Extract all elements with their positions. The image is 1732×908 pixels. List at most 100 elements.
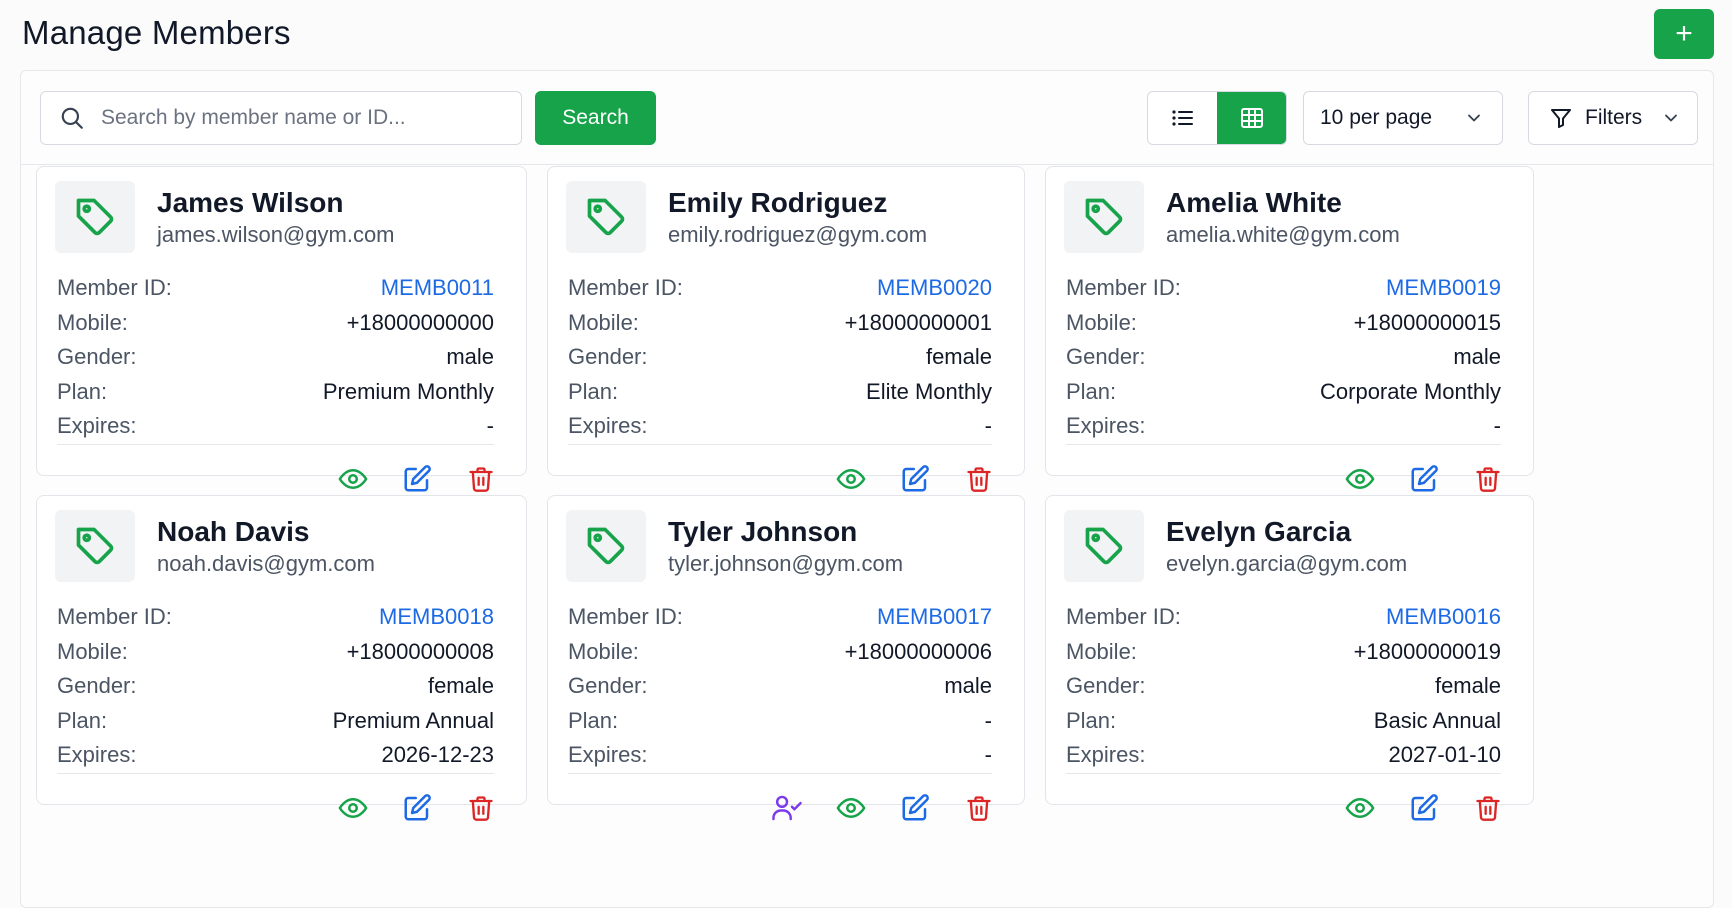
field-label: Member ID: — [57, 604, 172, 630]
delete-icon — [467, 793, 495, 823]
member-email: james.wilson@gym.com — [157, 222, 395, 247]
field-value: +18000000006 — [844, 638, 992, 664]
field-label: Plan: — [568, 378, 619, 404]
chevron-down-icon — [1661, 108, 1681, 128]
field-plan: Plan: Corporate Monthly — [1066, 375, 1501, 410]
view-button[interactable] — [836, 793, 866, 823]
field-label: Expires: — [568, 413, 648, 439]
field-label: Expires: — [1066, 413, 1146, 439]
view-button[interactable] — [1345, 793, 1375, 823]
field-mobile: Mobile: +18000000019 — [1066, 635, 1501, 670]
edit-button[interactable] — [402, 464, 432, 494]
edit-button[interactable] — [900, 793, 930, 823]
member-details: Member ID: MEMB0020 Mobile: +18000000001… — [568, 271, 992, 444]
field-gender: Gender: female — [57, 669, 494, 704]
plus-icon: + — [1675, 17, 1693, 50]
add-member-button[interactable]: + — [1654, 9, 1714, 59]
member-name: Amelia White — [1166, 187, 1342, 218]
edit-button[interactable] — [1409, 793, 1439, 823]
field-value: Basic Annual — [1373, 707, 1501, 733]
field-value: male — [446, 344, 494, 370]
field-label: Expires: — [1066, 742, 1146, 768]
view-icon — [1345, 464, 1375, 494]
view-button[interactable] — [836, 464, 866, 494]
card-actions — [836, 459, 994, 499]
field-member-id: Member ID: MEMB0018 — [57, 600, 494, 635]
field-plan: Plan: Premium Annual — [57, 704, 494, 739]
delete-button[interactable] — [466, 793, 496, 823]
field-value: Premium Annual — [332, 707, 494, 733]
view-button[interactable] — [338, 793, 368, 823]
card-actions — [1345, 459, 1503, 499]
field-label: Plan: — [568, 707, 619, 733]
field-member-id: Member ID: MEMB0016 — [1066, 600, 1501, 635]
view-button[interactable] — [338, 464, 368, 494]
field-gender: Gender: female — [568, 340, 992, 375]
delete-button[interactable] — [964, 793, 994, 823]
field-label: Gender: — [568, 344, 648, 370]
field-label: Mobile: — [57, 638, 128, 664]
field-mobile: Mobile: +18000000006 — [568, 635, 992, 670]
field-value: +18000000001 — [844, 309, 992, 335]
edit-button[interactable] — [900, 464, 930, 494]
field-label: Gender: — [1066, 344, 1146, 370]
field-gender: Gender: male — [57, 340, 494, 375]
member-name: James Wilson — [157, 187, 344, 218]
field-value: female — [427, 673, 494, 699]
card-actions — [338, 788, 496, 828]
field-value[interactable]: MEMB0019 — [1386, 275, 1501, 301]
field-plan: Plan: Basic Annual — [1066, 704, 1501, 739]
delete-button[interactable] — [964, 464, 994, 494]
member-card: Noah Davis noah.davis@gym.com Member ID:… — [36, 495, 527, 821]
page-title: Manage Members — [22, 14, 291, 51]
member-details: Member ID: MEMB0016 Mobile: +18000000019… — [1066, 600, 1501, 773]
delete-button[interactable] — [1473, 464, 1503, 494]
field-value: female — [925, 344, 992, 370]
field-label: Gender: — [568, 673, 648, 699]
field-label: Member ID: — [1066, 604, 1181, 630]
tag-icon — [584, 524, 628, 568]
search-input[interactable] — [101, 98, 501, 138]
field-plan: Plan: - — [568, 704, 992, 739]
delete-button[interactable] — [1473, 793, 1503, 823]
field-mobile: Mobile: +18000000015 — [1066, 306, 1501, 341]
per-page-select[interactable]: 10 per page — [1303, 91, 1503, 145]
search-box[interactable] — [40, 91, 522, 145]
card-actions — [772, 788, 994, 828]
edit-button[interactable] — [1409, 464, 1439, 494]
delete-button[interactable] — [466, 464, 496, 494]
field-expires: Expires: - — [57, 409, 494, 444]
member-details: Member ID: MEMB0011 Mobile: +18000000000… — [57, 271, 494, 444]
field-value[interactable]: MEMB0018 — [379, 604, 494, 630]
field-label: Member ID: — [568, 275, 683, 301]
field-value: - — [984, 707, 992, 733]
list-view-button[interactable] — [1148, 92, 1217, 144]
member-email: evelyn.garcia@gym.com — [1166, 551, 1408, 576]
field-value[interactable]: MEMB0020 — [877, 275, 992, 301]
field-expires: Expires: 2027-01-10 — [1066, 738, 1501, 773]
member-name: Evelyn Garcia — [1166, 516, 1352, 547]
card-actions — [338, 459, 496, 499]
field-expires: Expires: - — [568, 738, 992, 773]
field-value: +18000000015 — [1353, 309, 1501, 335]
member-name: Emily Rodriguez — [668, 187, 888, 218]
assign-user-icon — [771, 793, 803, 823]
field-value: - — [1493, 413, 1501, 439]
search-button[interactable]: Search — [535, 91, 656, 145]
grid-view-button[interactable] — [1217, 92, 1286, 144]
tag-icon — [584, 195, 628, 239]
view-button[interactable] — [1345, 464, 1375, 494]
field-label: Mobile: — [1066, 638, 1137, 664]
assign-user-button[interactable] — [772, 793, 802, 823]
edit-icon — [402, 464, 432, 494]
field-value: 2027-01-10 — [1388, 742, 1501, 768]
edit-button[interactable] — [402, 793, 432, 823]
field-value[interactable]: MEMB0011 — [381, 275, 494, 301]
filters-dropdown[interactable]: Filters — [1528, 91, 1698, 145]
field-value[interactable]: MEMB0017 — [877, 604, 992, 630]
field-value[interactable]: MEMB0016 — [1386, 604, 1501, 630]
field-label: Expires: — [57, 742, 137, 768]
field-value: male — [1453, 344, 1501, 370]
view-icon — [338, 464, 368, 494]
field-value: 2026-12-23 — [381, 742, 494, 768]
